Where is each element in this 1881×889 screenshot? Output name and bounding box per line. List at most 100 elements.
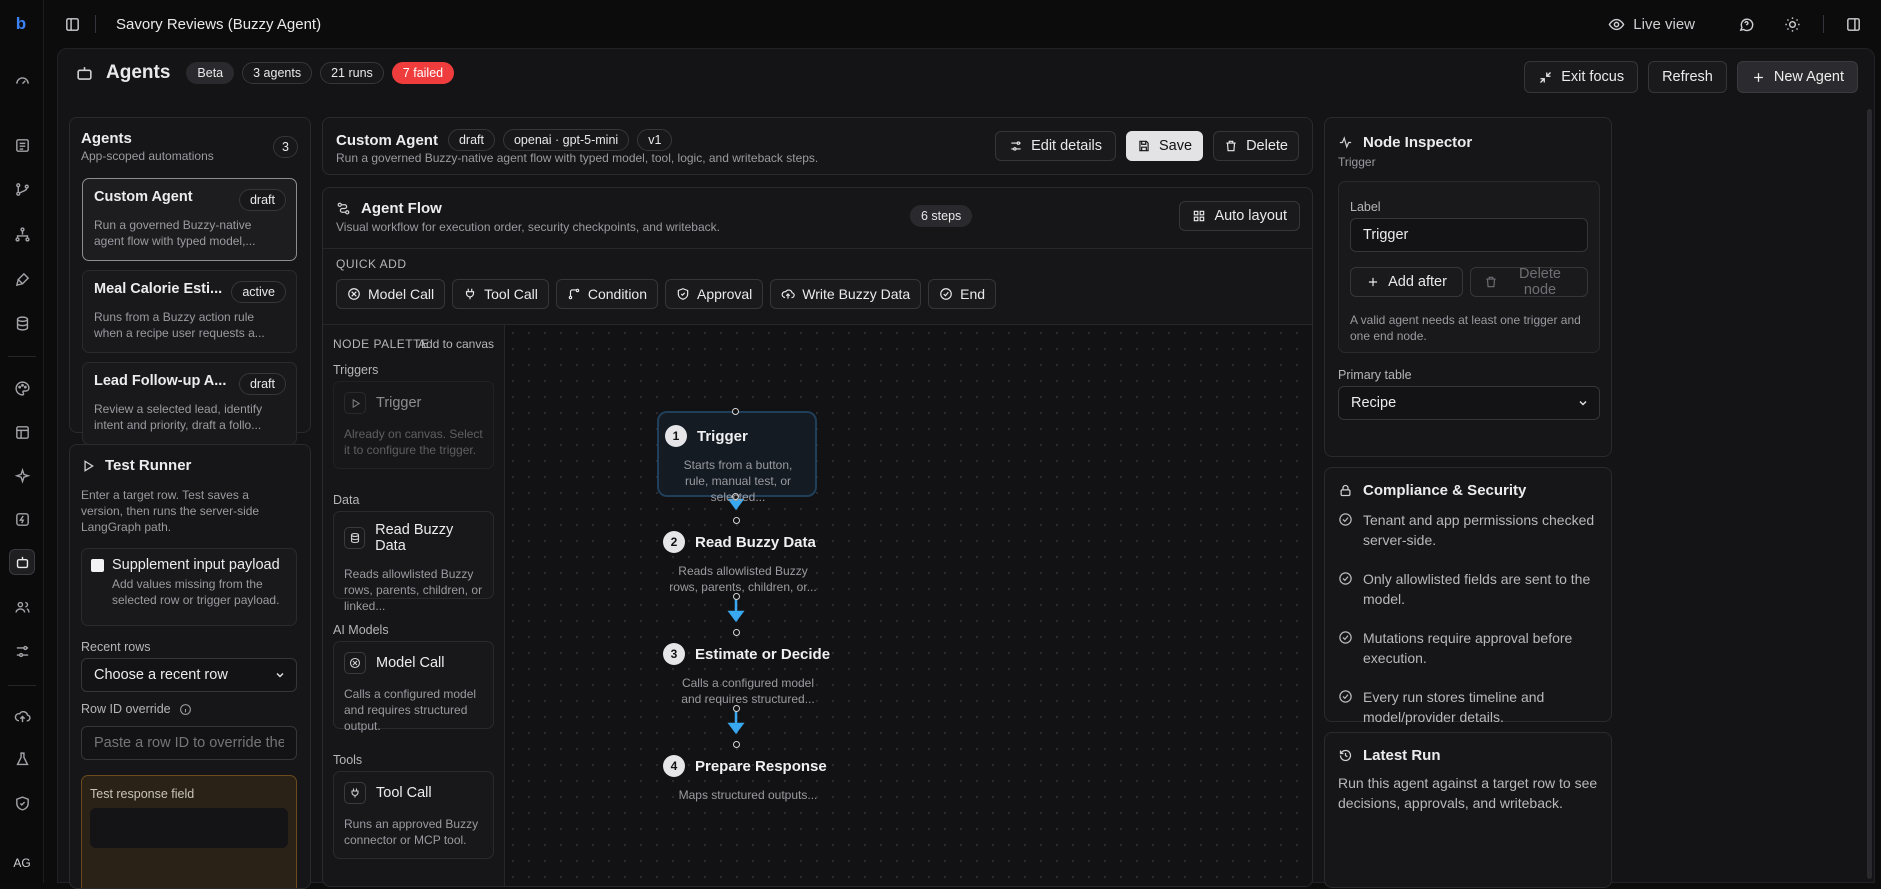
agent-item-meal-calorie[interactable]: Meal Calorie Esti... active Runs from a … bbox=[82, 270, 297, 353]
supplement-checkbox[interactable] bbox=[91, 559, 104, 572]
scrollbar[interactable] bbox=[1867, 109, 1872, 879]
node-port[interactable] bbox=[732, 408, 739, 415]
test-response-input[interactable] bbox=[90, 808, 288, 848]
recent-rows-select[interactable]: Choose a recent row bbox=[81, 658, 297, 692]
test-response-field: Test response field bbox=[81, 775, 297, 888]
edit-details-button[interactable]: Edit details bbox=[995, 131, 1117, 161]
refresh-label: Refresh bbox=[1662, 69, 1713, 85]
theme-sun-icon[interactable] bbox=[1784, 16, 1801, 33]
database-icon[interactable] bbox=[9, 310, 35, 336]
flask-icon[interactable] bbox=[9, 746, 35, 772]
runs-count-badge: 21 runs bbox=[320, 62, 384, 84]
palette-section-data: Data bbox=[333, 493, 360, 507]
quick-add-write-buzzy-data[interactable]: Write Buzzy Data bbox=[770, 279, 922, 309]
node-title: Trigger bbox=[697, 427, 748, 445]
compliance-item: Every run stores timeline and model/prov… bbox=[1338, 687, 1600, 727]
exit-focus-button[interactable]: Exit focus bbox=[1524, 61, 1639, 93]
delete-button[interactable]: Delete bbox=[1213, 131, 1299, 161]
palette-card-desc: Reads allowlisted Buzzy rows, parents, c… bbox=[344, 567, 483, 613]
agent-item-custom-agent[interactable]: Custom Agent draft Run a governed Buzzy-… bbox=[82, 178, 297, 261]
inspector-header: Node Inspector bbox=[1338, 134, 1472, 151]
plus-icon bbox=[1366, 275, 1380, 289]
sidebar-toggle-icon[interactable] bbox=[64, 16, 81, 33]
palette-card-tool-call[interactable]: Tool Call Runs an approved Buzzy connect… bbox=[333, 771, 494, 859]
sliders-icon bbox=[1009, 139, 1023, 153]
flow-connectors bbox=[727, 485, 745, 735]
help-chat-icon[interactable] bbox=[1738, 16, 1755, 33]
flow-canvas[interactable]: 1 Trigger Starts from a button, rule, man… bbox=[505, 325, 1312, 886]
palette-card-title: Read Buzzy Data bbox=[375, 522, 454, 554]
save-button[interactable]: Save bbox=[1126, 131, 1204, 161]
quick-add-model-call[interactable]: Model Call bbox=[336, 279, 446, 309]
cloud-upload-icon[interactable] bbox=[9, 703, 35, 729]
label-value: Trigger bbox=[1363, 227, 1409, 243]
shield-check-icon bbox=[676, 287, 690, 301]
flow-header: Agent Flow bbox=[336, 200, 442, 217]
node-palette: NODE PALETTE Add to canvas Triggers Trig… bbox=[323, 325, 505, 886]
flow-title: Agent Flow bbox=[361, 200, 442, 217]
app-logo[interactable]: b bbox=[7, 10, 35, 38]
users-icon[interactable] bbox=[9, 594, 35, 620]
refresh-button[interactable]: Refresh bbox=[1648, 61, 1727, 93]
git-branch-icon[interactable] bbox=[9, 176, 35, 202]
test-runner-card: Test Runner Enter a target row. Test sav… bbox=[69, 444, 311, 889]
sliders-icon[interactable] bbox=[9, 638, 35, 664]
palette-card-model-call[interactable]: Model Call Calls a configured model and … bbox=[333, 641, 494, 733]
right-panel-toggle-icon[interactable] bbox=[1845, 16, 1862, 33]
shield-icon[interactable] bbox=[9, 790, 35, 816]
grid-icon bbox=[1192, 209, 1206, 223]
node-inspector-card: Node Inspector Trigger Label Trigger Add… bbox=[1324, 117, 1612, 457]
compliance-title: Compliance & Security bbox=[1363, 482, 1527, 499]
info-icon[interactable] bbox=[179, 703, 192, 716]
canvas-node-trigger[interactable]: 1 Trigger Starts from a button, rule, man… bbox=[657, 408, 817, 504]
steps-badge: 6 steps bbox=[910, 205, 973, 227]
quick-add-end[interactable]: End bbox=[928, 279, 997, 309]
node-number: 1 bbox=[665, 425, 687, 447]
canvas-node-estimate-or-decide[interactable]: 3 Estimate or Decide Calls a configured m… bbox=[663, 635, 833, 706]
palette-card-read-buzzy-data[interactable]: Read Buzzy Data Reads allowlisted Buzzy … bbox=[333, 511, 494, 613]
live-view-button[interactable]: Live view bbox=[1608, 16, 1695, 33]
avatar[interactable]: AG bbox=[7, 848, 37, 878]
node-description: Reads allowlisted Buzzy rows, parents, c… bbox=[669, 564, 817, 594]
live-view-label: Live view bbox=[1633, 15, 1695, 33]
delete-label: Delete bbox=[1246, 138, 1288, 154]
bolt-icon[interactable] bbox=[9, 506, 35, 532]
test-runner-title: Test Runner bbox=[105, 457, 192, 474]
brush-icon[interactable] bbox=[9, 266, 35, 292]
add-after-button[interactable]: Add after bbox=[1350, 267, 1463, 297]
primary-table-select[interactable]: Recipe bbox=[1338, 386, 1600, 420]
check-circle-icon bbox=[1338, 630, 1353, 668]
palette-title: NODE PALETTE bbox=[333, 337, 430, 351]
palette-icon[interactable] bbox=[9, 375, 35, 401]
node-port[interactable] bbox=[733, 593, 740, 600]
table-icon[interactable] bbox=[9, 419, 35, 445]
node-description: Calls a configured model and requires st… bbox=[681, 676, 815, 706]
database-icon bbox=[344, 527, 366, 549]
auto-layout-button[interactable]: Auto layout bbox=[1179, 201, 1300, 231]
model-icon bbox=[347, 287, 361, 301]
auto-layout-label: Auto layout bbox=[1214, 208, 1287, 224]
new-agent-button[interactable]: New Agent bbox=[1736, 61, 1858, 93]
newspaper-icon[interactable] bbox=[9, 132, 35, 158]
sparkles-icon[interactable] bbox=[9, 463, 35, 489]
play-icon bbox=[344, 392, 366, 414]
agent-description: Runs from a Buzzy action rule when a rec… bbox=[94, 310, 265, 340]
agent-item-lead-follow-up[interactable]: Lead Follow-up A... draft Review a selec… bbox=[82, 362, 297, 445]
quick-add-tool-call[interactable]: Tool Call bbox=[452, 279, 549, 309]
bot-icon[interactable] bbox=[9, 549, 35, 575]
sitemap-icon[interactable] bbox=[9, 221, 35, 247]
canvas-node-prepare-response[interactable]: 4 Prepare Response Maps structured output… bbox=[663, 747, 833, 815]
delete-node-button[interactable]: Delete node bbox=[1470, 266, 1588, 298]
node-description: Starts from a button, rule, manual test,… bbox=[683, 458, 793, 504]
label-input[interactable]: Trigger bbox=[1350, 218, 1588, 252]
node-port[interactable] bbox=[733, 705, 740, 712]
palette-card-title: Model Call bbox=[376, 655, 445, 671]
compliance-text: Only allowlisted fields are sent to the … bbox=[1363, 571, 1591, 607]
agents-count-badge: 3 agents bbox=[242, 62, 313, 84]
row-id-input[interactable] bbox=[81, 726, 297, 760]
quick-add-approval[interactable]: Approval bbox=[665, 279, 764, 309]
canvas-node-read-buzzy-data[interactable]: 2 Read Buzzy Data Reads allowlisted Buzzy… bbox=[663, 523, 823, 594]
node-title: Prepare Response bbox=[695, 757, 827, 775]
dashboard-icon[interactable] bbox=[9, 68, 35, 94]
quick-add-condition[interactable]: Condition bbox=[555, 279, 658, 309]
